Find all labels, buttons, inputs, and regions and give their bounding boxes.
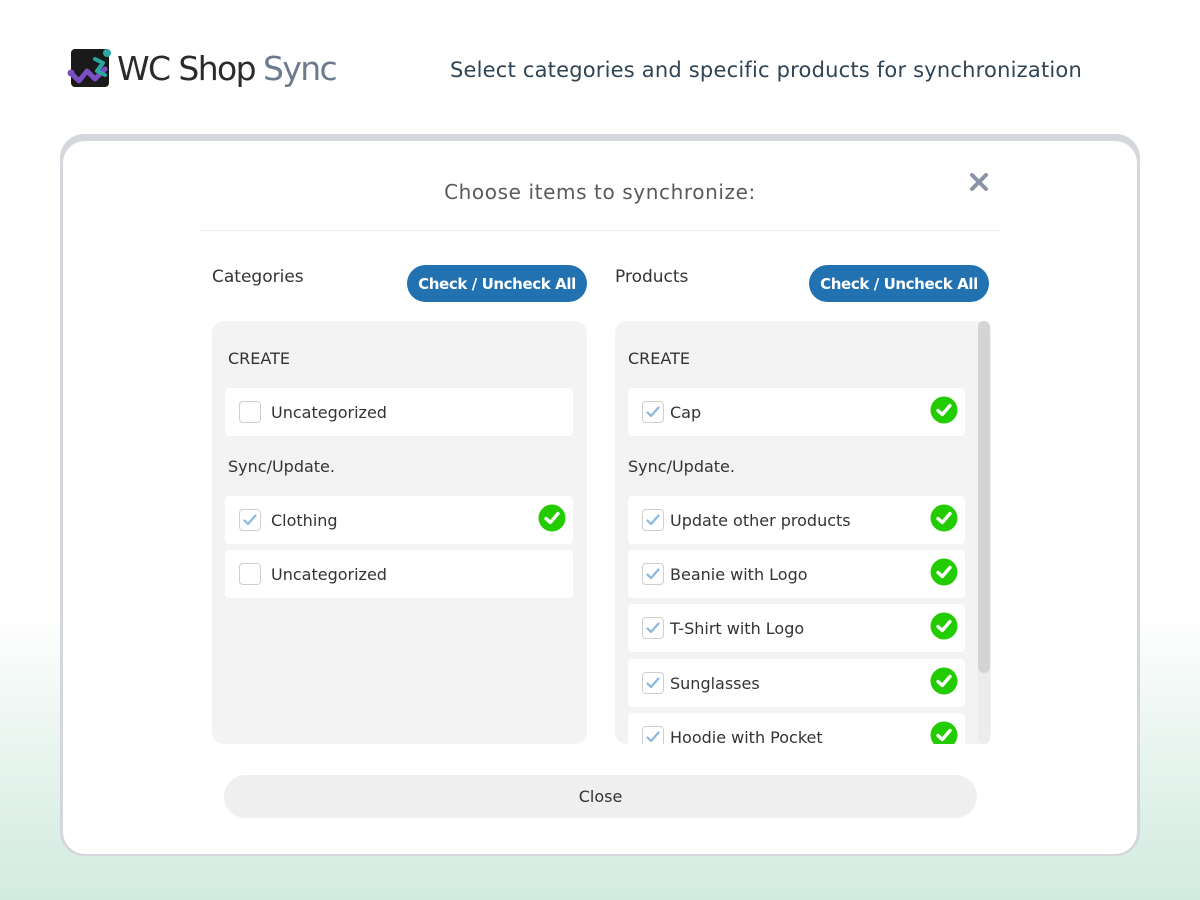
item-label: Sunglasses [670,673,760,693]
product-item[interactable]: T-Shirt with Logo [628,604,965,652]
categories-group-create-label: CREATE [228,349,290,368]
sync-success-icon [930,721,958,744]
modal-title: Choose items to synchronize: [444,180,756,204]
checkmark-icon [646,406,660,418]
checkmark-icon [646,731,660,743]
item-label: T-Shirt with Logo [670,618,805,638]
product-item[interactable]: Update other products [628,496,965,544]
item-label: Cap [670,402,702,422]
item-label: Uncategorized [271,564,387,584]
checkbox[interactable] [239,401,261,423]
item-label: Uncategorized [271,402,387,422]
checkmark-icon [646,514,660,526]
checkmark-icon [243,514,257,526]
item-label: Beanie with Logo [670,564,808,584]
checkbox[interactable] [642,509,664,531]
product-item[interactable]: Beanie with Logo [628,550,965,598]
item-label: Update other products [670,510,851,530]
categories-check-all-button[interactable]: Check / Uncheck All [407,265,587,302]
logo-text: WC Shop Sync [117,48,338,88]
products-check-all-button[interactable]: Check / Uncheck All [809,265,989,302]
close-button[interactable]: Close [224,775,977,818]
sync-success-icon [930,396,958,424]
category-item[interactable]: Clothing [225,496,573,544]
checkbox[interactable] [642,726,664,744]
product-item[interactable]: Sunglasses [628,659,965,707]
modal-divider [200,230,1000,231]
category-item[interactable]: Uncategorized [225,550,573,598]
checkbox[interactable] [239,563,261,585]
sync-success-icon [930,667,958,695]
sync-success-icon [930,504,958,532]
products-group-create-label: CREATE [628,349,690,368]
sync-success-icon [930,612,958,640]
categories-heading: Categories [212,267,304,287]
products-heading: Products [615,267,689,287]
product-item[interactable]: Hoodie with Pocket [628,713,965,744]
checkbox[interactable] [642,617,664,639]
categories-group-sync-label: Sync/Update. [228,457,335,476]
checkbox[interactable] [642,672,664,694]
categories-panel: CREATE Uncategorized Sync/Update. Clothi… [212,321,587,744]
checkbox[interactable] [239,509,261,531]
products-group-sync-label: Sync/Update. [628,457,735,476]
page-tagline: Select categories and specific products … [450,58,1082,82]
products-scrollbar-thumb[interactable] [978,321,990,673]
close-x-icon[interactable] [967,170,991,194]
app-logo: WC Shop Sync [67,47,338,89]
item-label: Clothing [271,510,338,530]
sync-success-icon [538,504,566,532]
checkbox[interactable] [642,401,664,423]
checkmark-icon [646,677,660,689]
checkbox[interactable] [642,563,664,585]
checkmark-icon [646,622,660,634]
logo-mark-icon [67,49,111,87]
product-item[interactable]: Cap [628,388,965,436]
item-label: Hoodie with Pocket [670,727,823,745]
sync-success-icon [930,558,958,586]
checkmark-icon [646,568,660,580]
category-item[interactable]: Uncategorized [225,388,573,436]
products-panel: CREATE Cap Sync/Update. Update other pro… [615,321,991,744]
